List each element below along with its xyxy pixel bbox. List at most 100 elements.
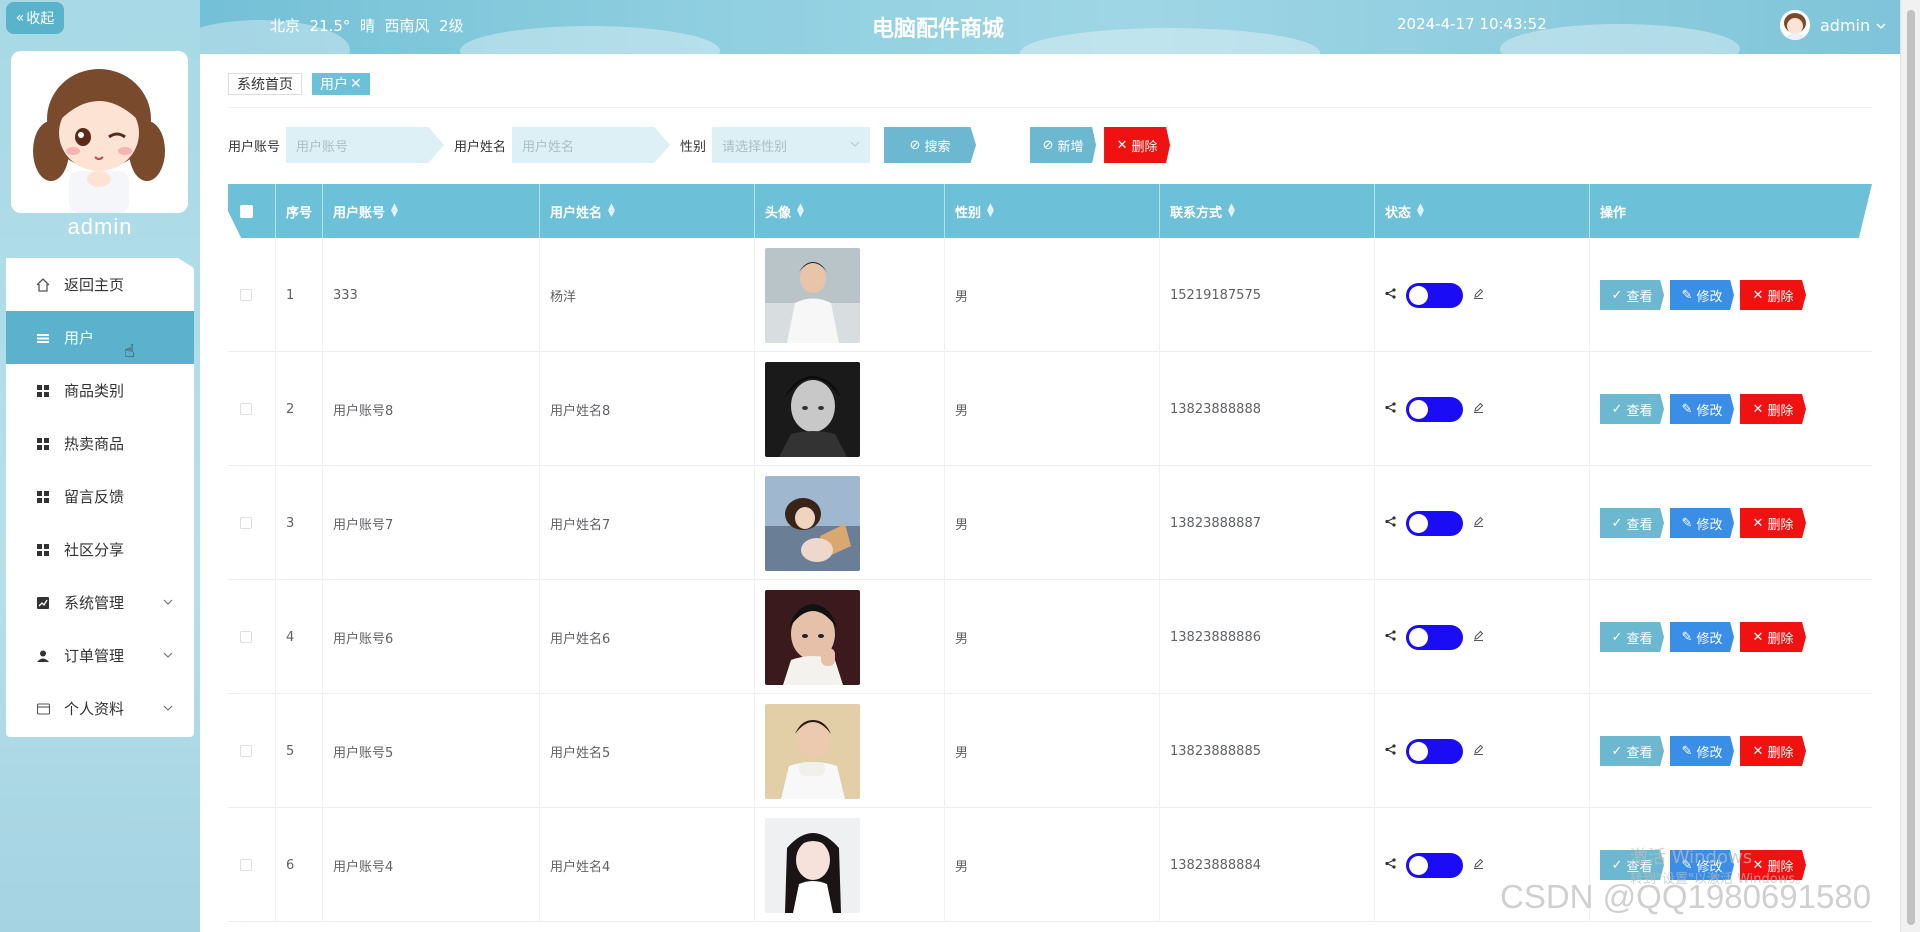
- sort-icon[interactable]: ▲ ▼: [608, 203, 615, 219]
- cell-name: 用户姓名8: [540, 352, 755, 466]
- view-button-label: 查看: [1626, 631, 1653, 647]
- status-toggle[interactable]: [1406, 852, 1463, 878]
- search-button[interactable]: ⊘ 搜索: [884, 127, 977, 163]
- user-photo[interactable]: [765, 817, 860, 913]
- row-checkbox[interactable]: [240, 745, 252, 757]
- cell-account: 用户账号7: [323, 466, 540, 580]
- user-photo[interactable]: [765, 247, 860, 343]
- tag-home[interactable]: 系统首页: [228, 73, 302, 95]
- cell-actions: ✓ 查看 ✎ 修改 ✕ 删除: [1590, 580, 1872, 694]
- edit-button[interactable]: ✎ 修改: [1670, 508, 1734, 538]
- status-toggle[interactable]: [1406, 282, 1463, 308]
- tag-users[interactable]: 用户 ✕: [312, 73, 370, 95]
- row-checkbox[interactable]: [240, 289, 252, 301]
- sidebar-item-orders[interactable]: 订单管理: [6, 629, 194, 682]
- name-search-input[interactable]: 用户姓名: [512, 127, 671, 163]
- cell-index: 2: [276, 352, 323, 466]
- th-status[interactable]: 状态 ▲ ▼: [1375, 184, 1590, 238]
- close-icon: ✕: [1752, 515, 1764, 531]
- page-scrollbar[interactable]: [1900, 0, 1920, 932]
- cell-index: 1: [276, 238, 323, 352]
- row-checkbox[interactable]: [240, 517, 252, 529]
- select-all-checkbox[interactable]: [240, 204, 253, 218]
- sort-icon[interactable]: ▲ ▼: [1417, 203, 1424, 219]
- chevron-down-icon: [162, 594, 174, 612]
- user-photo[interactable]: [765, 589, 860, 685]
- cell-name: 用户姓名4: [540, 808, 755, 922]
- sidebar-item-home[interactable]: 返回主页: [6, 258, 194, 311]
- sort-icon[interactable]: ▲ ▼: [797, 203, 804, 219]
- sidebar-item-profile[interactable]: 个人资料: [6, 682, 194, 735]
- delete-row-button[interactable]: ✕ 删除: [1740, 394, 1806, 424]
- th-phone[interactable]: 联系方式 ▲ ▼: [1160, 184, 1375, 238]
- sort-icon[interactable]: ▲ ▼: [391, 203, 398, 219]
- close-icon: ✕: [1116, 137, 1128, 153]
- user-photo[interactable]: [765, 703, 860, 799]
- user-photo[interactable]: [765, 475, 860, 571]
- toggle-knob: [1409, 285, 1428, 305]
- sidebar: « 收起 admin 返回主页 用户 ☝ 商品类别 热卖商品 留言反馈 社区分享…: [0, 0, 200, 932]
- sidebar-item-system[interactable]: 系统管理: [6, 576, 194, 629]
- user-photo[interactable]: [765, 361, 860, 457]
- delete-row-button[interactable]: ✕ 删除: [1740, 280, 1806, 310]
- edit-button[interactable]: ✎ 修改: [1670, 280, 1734, 310]
- sidebar-item-label: 社区分享: [64, 541, 125, 559]
- view-button[interactable]: ✓ 查看: [1600, 622, 1664, 652]
- close-icon[interactable]: ✕: [350, 76, 362, 92]
- th-phone-label: 联系方式: [1170, 205, 1223, 221]
- view-button[interactable]: ✓ 查看: [1600, 736, 1664, 766]
- account-search-input[interactable]: 用户账号: [286, 127, 445, 163]
- status-toggle[interactable]: [1406, 738, 1463, 764]
- user-menu[interactable]: admin: [1780, 10, 1886, 40]
- cell-gender: 男: [945, 694, 1160, 808]
- th-avatar[interactable]: 头像 ▲ ▼: [755, 184, 945, 238]
- table-header: 序号 用户账号 ▲ ▼ 用户姓名 ▲ ▼ 头像 ▲ ▼ 性别 ▲ ▼ 联系方式 ▲ ▼ 状态 ▲ ▼ 操…: [228, 184, 1872, 238]
- th-account[interactable]: 用户账号 ▲ ▼: [323, 184, 540, 238]
- row-checkbox[interactable]: [240, 631, 252, 643]
- view-button[interactable]: ✓ 查看: [1600, 394, 1664, 424]
- share-icon: [1385, 287, 1396, 303]
- edit-button[interactable]: ✎ 修改: [1670, 736, 1734, 766]
- sort-icon[interactable]: ▲ ▼: [1228, 203, 1235, 219]
- sidebar-item-categories[interactable]: 商品类别: [6, 364, 194, 417]
- status-toggle[interactable]: [1406, 624, 1463, 650]
- sort-icon[interactable]: ▲ ▼: [987, 203, 994, 219]
- edit-button[interactable]: ✎ 修改: [1670, 394, 1734, 424]
- chevron-down-icon: [162, 647, 174, 665]
- add-button[interactable]: ⊘ 新增: [1030, 127, 1097, 163]
- status-toggle[interactable]: [1406, 396, 1463, 422]
- cell-gender: 男: [945, 352, 1160, 466]
- cell-gender: 男: [945, 238, 1160, 352]
- pencil-icon: [1473, 288, 1484, 303]
- delete-row-button[interactable]: ✕ 删除: [1740, 736, 1806, 766]
- view-button-label: 查看: [1626, 517, 1653, 533]
- edit-button[interactable]: ✎ 修改: [1670, 622, 1734, 652]
- grid-icon: [36, 543, 50, 557]
- sidebar-item-community[interactable]: 社区分享: [6, 523, 194, 576]
- check-icon: ✓: [1611, 743, 1623, 759]
- edit-button-label: 修改: [1696, 403, 1723, 419]
- sidebar-item-users[interactable]: 用户 ☝: [6, 311, 194, 364]
- th-gender[interactable]: 性别 ▲ ▼: [945, 184, 1160, 238]
- collapse-button[interactable]: « 收起: [6, 2, 64, 34]
- delete-row-button[interactable]: ✕ 删除: [1740, 508, 1806, 538]
- gender-select[interactable]: 请选择性别: [712, 127, 871, 163]
- sidebar-item-hot-products[interactable]: 热卖商品: [6, 417, 194, 470]
- view-button[interactable]: ✓ 查看: [1600, 280, 1664, 310]
- scrollbar-thumb[interactable]: [1907, 10, 1915, 925]
- status-toggle[interactable]: [1406, 510, 1463, 536]
- sidebar-item-feedback[interactable]: 留言反馈: [6, 470, 194, 523]
- cell-account: 用户账号8: [323, 352, 540, 466]
- delete-button[interactable]: ✕ 删除: [1104, 127, 1171, 163]
- th-name-label: 用户姓名: [550, 205, 603, 221]
- avatar: [11, 51, 188, 213]
- th-name[interactable]: 用户姓名 ▲ ▼: [540, 184, 755, 238]
- view-button[interactable]: ✓ 查看: [1600, 508, 1664, 538]
- row-checkbox[interactable]: [240, 403, 252, 415]
- chevron-down-icon: [162, 700, 174, 718]
- datetime: 2024-4-17 10:43:52: [1397, 15, 1547, 33]
- name-label: 用户姓名: [454, 139, 507, 155]
- row-checkbox[interactable]: [240, 859, 252, 871]
- sidebar-item-label: 个人资料: [64, 700, 125, 718]
- delete-row-button[interactable]: ✕ 删除: [1740, 622, 1806, 652]
